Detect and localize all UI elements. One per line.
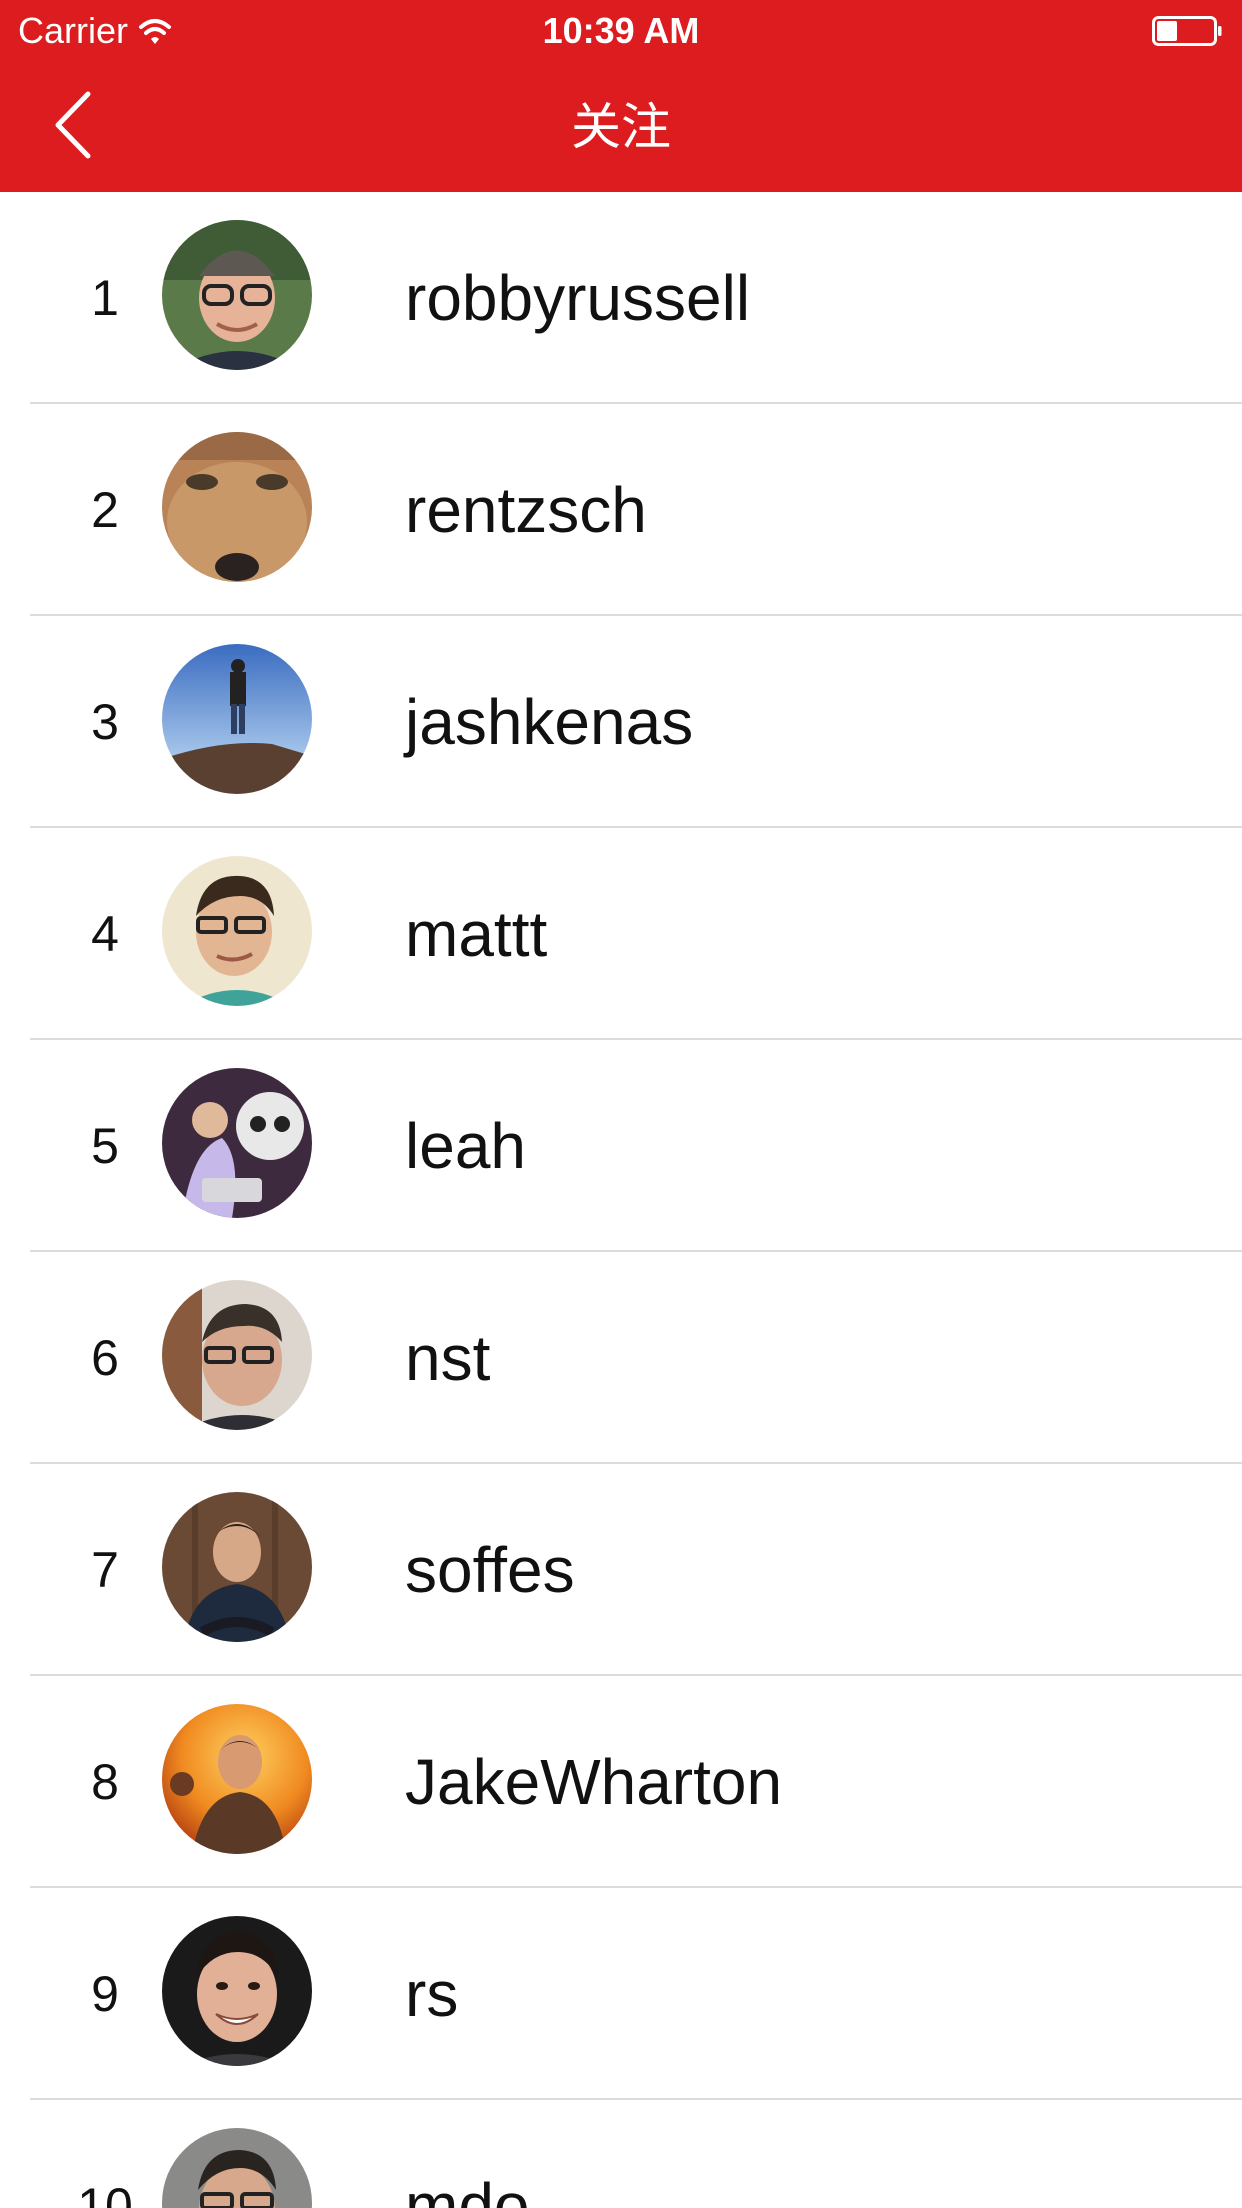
rank-number: 7 (91, 1542, 119, 1598)
avatar (162, 220, 312, 370)
username: jashkenas (405, 686, 694, 758)
rank-number: 6 (91, 1330, 119, 1386)
username: rentzsch (405, 474, 647, 546)
status-time: 10:39 AM (542, 10, 700, 51)
rank-number: 5 (91, 1118, 119, 1174)
rank-number: 1 (91, 270, 119, 326)
avatar (162, 644, 312, 794)
rank-number: 10 (77, 2178, 133, 2208)
battery-icon (1152, 16, 1222, 46)
list-item[interactable]: 10 mdo (0, 2100, 1242, 2208)
rank-number: 4 (91, 906, 119, 962)
list-item[interactable]: 9 rs (0, 1888, 1242, 2100)
nav-content: 关注 (0, 62, 1242, 192)
avatar (162, 1916, 312, 2066)
following-list: 1 robbyrussell 2 rentzsch 3 jashkenas 4 … (0, 192, 1242, 2208)
username: soffes (405, 1534, 575, 1606)
avatar (162, 432, 312, 582)
username: mdo (405, 2170, 530, 2208)
rank-number: 3 (91, 694, 119, 750)
list-item[interactable]: 4 mattt (0, 828, 1242, 1040)
avatar (162, 856, 312, 1006)
avatar (162, 1068, 312, 1218)
list-item[interactable]: 6 nst (0, 1252, 1242, 1464)
list-item[interactable]: 1 robbyrussell (0, 192, 1242, 404)
list-item[interactable]: 3 jashkenas (0, 616, 1242, 828)
list-item[interactable]: 7 soffes (0, 1464, 1242, 1676)
avatar (162, 1280, 312, 1430)
rank-number: 9 (91, 1966, 119, 2022)
username: JakeWharton (405, 1746, 783, 1818)
username: robbyrussell (405, 262, 751, 334)
rank-number: 2 (91, 482, 119, 538)
navigation-bar: Carrier 10:39 AM 关注 (0, 0, 1242, 192)
avatar (162, 1704, 312, 1854)
list-item[interactable]: 8 JakeWharton (0, 1676, 1242, 1888)
rank-number: 8 (91, 1754, 119, 1810)
username: mattt (405, 898, 548, 970)
list-item[interactable]: 5 leah (0, 1040, 1242, 1252)
username: leah (405, 1110, 526, 1182)
avatar (162, 2128, 312, 2208)
page-title: 关注 (571, 98, 671, 156)
username: rs (405, 1958, 459, 2030)
status-bar: Carrier 10:39 AM (0, 0, 1242, 62)
avatar (162, 1492, 312, 1642)
list-item[interactable]: 2 rentzsch (0, 404, 1242, 616)
username: nst (405, 1322, 491, 1394)
